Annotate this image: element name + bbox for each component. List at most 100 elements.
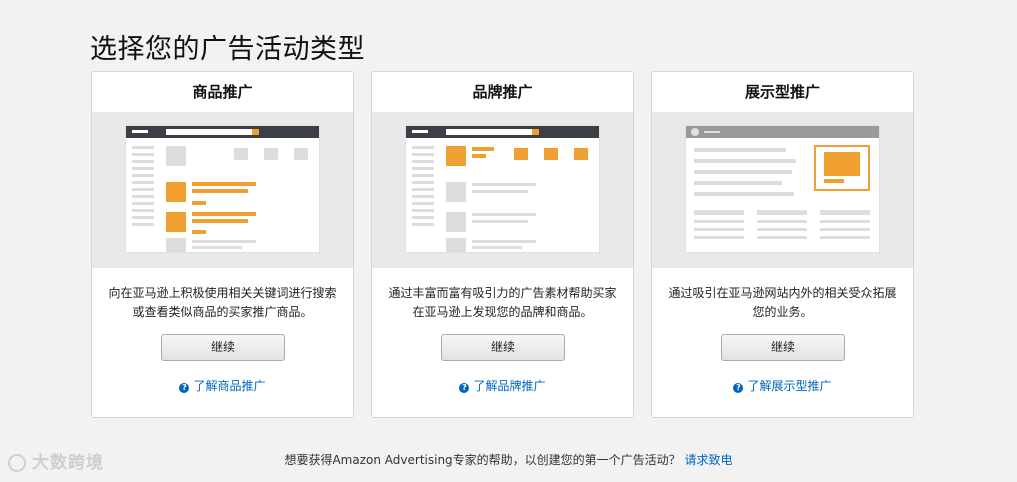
mock-column-line [757,210,807,215]
mock-sidebar-line [412,160,434,163]
image-placeholder-icon [294,148,308,160]
brand-product-icon [574,148,588,160]
mock-column-line [820,228,870,231]
mock-search-box [166,129,252,135]
mock-sidebar-line [412,188,434,191]
mock-sidebar-line [132,160,154,163]
help-icon: ? [733,383,744,393]
sponsored-image-icon [166,182,186,202]
image-placeholder-icon [264,148,278,160]
mock-sidebar-line [132,223,154,226]
learn-more-link[interactable]: ? 了解展示型推广 [652,377,913,394]
mock-article-line [694,170,792,174]
mock-column-line [757,228,807,231]
image-placeholder-icon [446,182,466,202]
mock-line [472,220,528,223]
mock-sidebar-line [412,146,434,149]
mock-sidebar-line [132,202,154,205]
mock-column-line [820,236,870,239]
mock-column-line [694,220,744,223]
learn-more-link[interactable]: ? 了解品牌推广 [372,377,633,394]
mock-column-line [694,228,744,231]
learn-more-label[interactable]: 了解商品推广 [193,379,265,393]
continue-button[interactable]: 继续 [161,334,285,361]
mock-sidebar-line [412,195,434,198]
mock-logo [412,130,428,133]
continue-button[interactable]: 继续 [441,334,565,361]
image-placeholder-icon [166,238,186,252]
request-call-link[interactable]: 请求致电 [685,453,733,467]
mock-page [406,126,599,252]
card-sponsored-display: 展示型推广 通过吸引在亚马逊网站内外的相关受众拓展您的业务。 继续 ? 了解展示… [651,71,914,418]
learn-more-link[interactable]: ? 了解商品推广 [92,377,353,394]
card-title: 展示型推广 [652,72,913,113]
mock-sidebar-line [412,223,434,226]
image-placeholder-icon [234,148,248,160]
mock-search-box [446,129,532,135]
brand-headline-line [472,147,494,151]
watermark-text: 大数跨境 [32,453,104,473]
mock-line [472,183,536,186]
mock-sidebar-line [132,174,154,177]
preview-illustration [372,112,633,268]
help-icon: ? [459,383,470,393]
preview-illustration [92,112,353,268]
mock-line [472,240,536,243]
mock-column-line [757,220,807,223]
mock-line [472,246,522,249]
mock-column-line [757,236,807,239]
image-placeholder-icon [166,146,186,166]
mock-sidebar-line [132,188,154,191]
mock-sidebar-line [132,181,154,184]
mock-header-bar [406,126,599,138]
sponsored-line [192,189,248,193]
sponsored-line [192,182,256,186]
brand-headline-line [472,154,486,158]
display-ad-frame [814,145,870,191]
mock-sidebar-line [412,216,434,219]
mock-column-line [694,210,744,215]
continue-button[interactable]: 继续 [721,334,845,361]
mock-column-line [820,220,870,223]
preview-illustration [652,112,913,268]
mock-sidebar-line [412,181,434,184]
footer-text: 想要获得Amazon Advertising专家的帮助，以创建您的第一个广告活动… [284,453,681,467]
card-sponsored-brands: 品牌推广 通过丰富而富有吸引力的广告素材帮助买家在亚马逊上发现您的品牌和商品。 … [371,71,634,418]
mock-avatar-icon [691,128,699,136]
mock-sidebar-line [412,153,434,156]
watermark: 大数跨境 [8,448,104,473]
brand-logo-icon [446,146,466,166]
learn-more-label[interactable]: 了解品牌推广 [473,379,545,393]
card-sponsored-products: 商品推广 向在亚马逊上积极使用相关关键词进行搜索或查看类似商品的买家推广商品。 … [91,71,354,418]
mock-sidebar-line [412,174,434,177]
display-ad-line [824,179,844,183]
mock-sidebar-line [132,209,154,212]
mock-header-bar [686,126,879,138]
display-ad-image-icon [824,152,860,176]
mock-article-line [694,159,796,163]
sponsored-line [192,201,206,205]
card-title: 商品推广 [92,72,353,113]
mock-article-line [694,192,794,196]
image-placeholder-icon [446,238,466,252]
mock-sidebar-line [412,202,434,205]
mock-sidebar-line [132,167,154,170]
image-placeholder-icon [446,212,466,232]
watermark-logo-icon [8,454,26,472]
mock-sidebar-line [412,167,434,170]
help-icon: ? [179,383,190,393]
learn-more-label[interactable]: 了解展示型推广 [747,379,831,393]
mock-search-button [532,129,539,135]
mock-column-line [820,210,870,215]
card-description: 通过丰富而富有吸引力的广告素材帮助买家在亚马逊上发现您的品牌和商品。 [388,286,617,319]
mock-line [472,213,536,216]
mock-line [472,190,528,193]
mock-column-line [694,236,744,239]
brand-product-icon [544,148,558,160]
mock-header-line [704,131,720,133]
mock-search-button [252,129,259,135]
sponsored-line [192,212,256,216]
mock-sidebar-line [132,216,154,219]
mock-logo [132,130,148,133]
footer-help: 想要获得Amazon Advertising专家的帮助，以创建您的第一个广告活动… [0,451,1017,468]
